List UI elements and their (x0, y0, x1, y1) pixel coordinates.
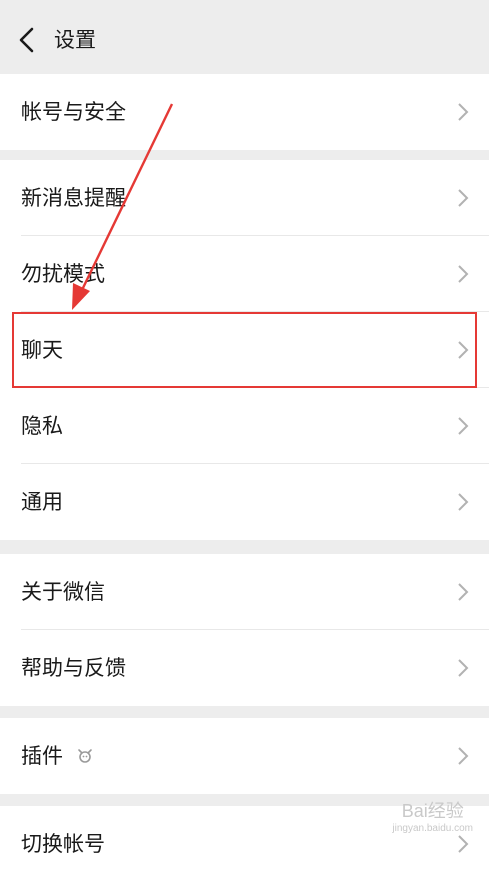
settings-item-account-security[interactable]: 帐号与安全 (0, 74, 489, 150)
chevron-right-icon (458, 493, 469, 511)
settings-item-privacy[interactable]: 隐私 (0, 388, 489, 464)
watermark-text: Bai经验 (401, 801, 464, 821)
settings-item-label: 新消息提醒 (21, 186, 126, 210)
chevron-right-icon (458, 583, 469, 601)
settings-item-plugins[interactable]: 插件 (0, 718, 489, 794)
chevron-right-icon (458, 103, 469, 121)
settings-item-label: 帐号与安全 (21, 100, 126, 124)
settings-item-label: 勿扰模式 (21, 262, 105, 286)
watermark-subtext: jingyan.baidu.com (392, 823, 473, 834)
watermark: Bai经验 jingyan.baidu.com (392, 797, 473, 834)
settings-item-label: 切换帐号 (21, 832, 105, 856)
settings-group-account: 帐号与安全 (0, 74, 489, 150)
settings-item-label: 关于微信 (21, 580, 105, 604)
chevron-right-icon (458, 747, 469, 765)
settings-item-label: 隐私 (21, 414, 63, 438)
settings-group-about: 关于微信 帮助与反馈 (0, 554, 489, 706)
settings-item-label: 帮助与反馈 (21, 656, 126, 680)
settings-item-label: 插件 (21, 744, 63, 768)
settings-item-about-wechat[interactable]: 关于微信 (0, 554, 489, 630)
settings-item-general[interactable]: 通用 (0, 464, 489, 540)
settings-item-help-feedback[interactable]: 帮助与反馈 (0, 630, 489, 706)
back-icon[interactable] (16, 27, 38, 53)
chevron-right-icon (458, 265, 469, 283)
plugin-icon (78, 749, 92, 763)
chevron-right-icon (458, 659, 469, 677)
settings-item-notifications[interactable]: 新消息提醒 (0, 160, 489, 236)
chevron-right-icon (458, 417, 469, 435)
page-title: 设置 (54, 28, 96, 52)
highlight-box (12, 312, 477, 388)
settings-item-do-not-disturb[interactable]: 勿扰模式 (0, 236, 489, 312)
chevron-right-icon (458, 189, 469, 207)
navigation-bar: 设置 (0, 0, 489, 75)
settings-group-plugins: 插件 (0, 718, 489, 794)
settings-item-label: 通用 (21, 490, 63, 514)
chevron-right-icon (458, 835, 469, 853)
